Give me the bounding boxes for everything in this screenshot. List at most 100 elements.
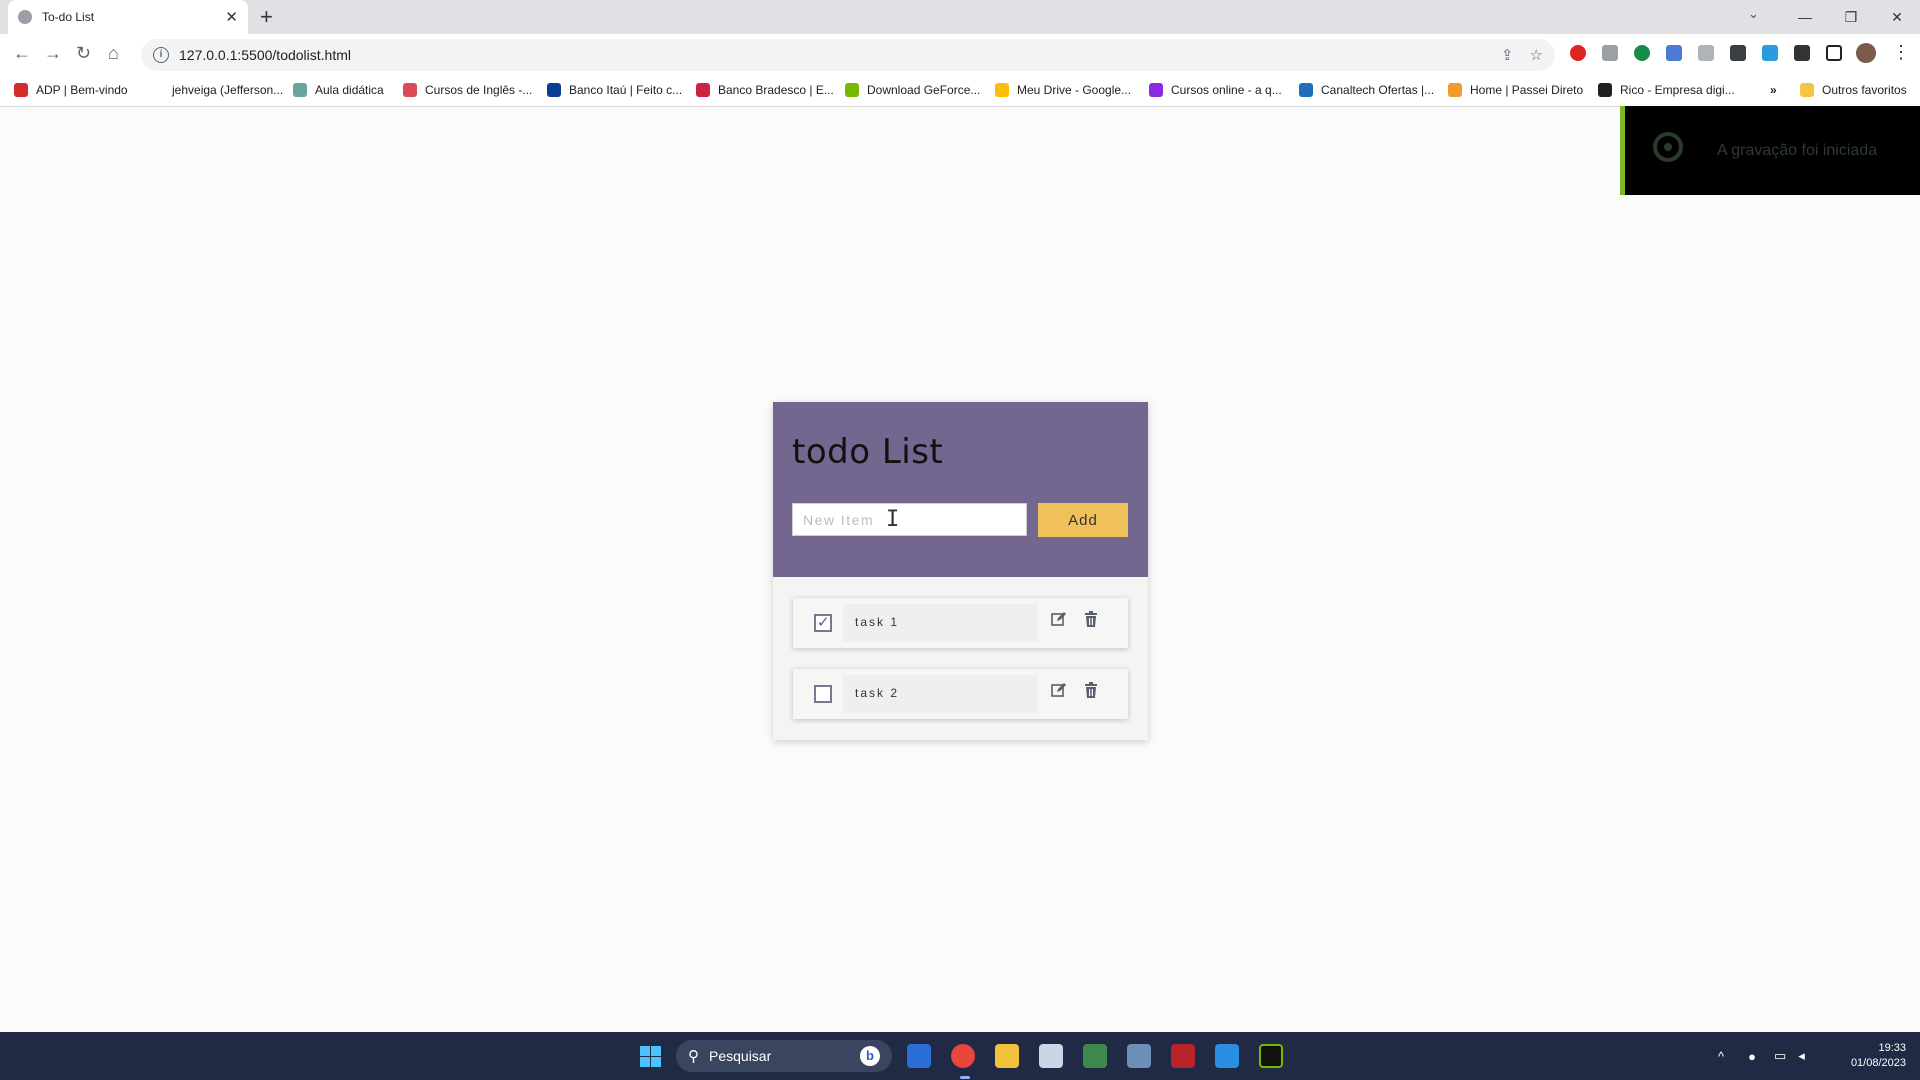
network-icon[interactable]: ▭ xyxy=(1774,1048,1786,1064)
bookmark-favicon-icon xyxy=(14,83,28,97)
bookmark-favicon-icon xyxy=(845,83,859,97)
edit-icon[interactable] xyxy=(1051,682,1067,698)
task-label: task 2 xyxy=(855,686,900,700)
bookmark-star-icon[interactable]: ☆ xyxy=(1530,46,1543,64)
bookmark-item[interactable]: ADP | Bem-vindo xyxy=(14,83,128,97)
bookmark-favicon-icon xyxy=(696,83,710,97)
trash-icon[interactable] xyxy=(1083,611,1099,627)
reload-icon[interactable]: ↻ xyxy=(76,43,91,64)
tab-strip: To-do List ✕ + ⌄ — ❐ ✕ xyxy=(0,0,1920,34)
nvidia-icon[interactable] xyxy=(1259,1044,1283,1068)
windows-start-icon[interactable] xyxy=(640,1046,661,1067)
puzzle-extensions-icon[interactable] xyxy=(1794,45,1810,61)
recording-notification: A gravação foi iniciada xyxy=(1620,106,1920,195)
minimize-button[interactable]: — xyxy=(1782,9,1828,25)
task-checkbox[interactable] xyxy=(814,685,832,703)
close-window-button[interactable]: ✕ xyxy=(1874,9,1920,26)
bookmarks-bar: ADP | Bem-vindo jehveiga (Jefferson... A… xyxy=(0,76,1920,107)
task-label: task 1 xyxy=(855,615,900,629)
bookmark-favicon-icon xyxy=(995,83,1009,97)
bookmark-item[interactable]: Canaltech Ofertas |... xyxy=(1299,83,1434,97)
bookmark-item[interactable]: Meu Drive - Google... xyxy=(995,83,1131,97)
forward-icon[interactable]: → xyxy=(44,43,62,64)
bookmark-item[interactable]: Banco Itaú | Feito c... xyxy=(547,83,682,97)
new-item-input[interactable] xyxy=(792,503,1027,536)
edit-icon[interactable] xyxy=(1051,611,1067,627)
back-icon[interactable]: ← xyxy=(13,43,31,64)
other-bookmarks-folder[interactable]: Outros favoritos xyxy=(1800,83,1907,97)
chevron-up-icon[interactable]: ^ xyxy=(1718,1049,1724,1064)
bookmark-favicon-icon xyxy=(1149,83,1163,97)
bookmark-item[interactable]: Cursos de Inglês -... xyxy=(403,83,532,97)
app-icon[interactable] xyxy=(1039,1044,1063,1068)
bookmark-item[interactable]: Home | Passei Direto xyxy=(1448,83,1583,97)
recording-icon xyxy=(1653,132,1683,162)
shield-extension-icon[interactable] xyxy=(1602,45,1618,61)
address-bar[interactable]: i 127.0.0.1:5500/todolist.html ⇪ ☆ xyxy=(141,39,1555,71)
globe-icon xyxy=(18,10,32,24)
taskbar-search[interactable]: ⚲ Pesquisar b xyxy=(676,1040,892,1072)
todo-card: todo List I Add task 1 task 2 xyxy=(773,402,1148,740)
maximize-button[interactable]: ❐ xyxy=(1828,9,1874,26)
text-cursor-icon: I xyxy=(886,507,900,532)
browser-tab[interactable]: To-do List ✕ xyxy=(8,0,248,34)
bookmark-favicon-icon xyxy=(293,83,307,97)
profile-avatar[interactable] xyxy=(1856,43,1876,63)
todo-header: todo List I Add xyxy=(773,402,1148,577)
window-controls: — ❐ ✕ xyxy=(1782,0,1920,34)
bookmark-favicon-icon xyxy=(547,83,561,97)
bookmark-item[interactable]: Cursos online - a q... xyxy=(1149,83,1282,97)
tab-title: To-do List xyxy=(42,10,95,24)
task-checkbox[interactable] xyxy=(814,613,832,632)
bookmark-item[interactable]: Aula didática xyxy=(293,83,384,97)
cpu-z-icon[interactable] xyxy=(1171,1044,1195,1068)
microphone-icon[interactable]: ● xyxy=(1748,1049,1756,1064)
trash-icon[interactable] xyxy=(1083,682,1099,698)
vscode-icon[interactable] xyxy=(1215,1044,1239,1068)
app-icon[interactable] xyxy=(1083,1044,1107,1068)
translate-extension-icon[interactable] xyxy=(1666,45,1682,61)
file-explorer-icon[interactable] xyxy=(995,1044,1019,1068)
tab-search-icon[interactable]: ⌄ xyxy=(1748,6,1759,22)
search-icon: ⚲ xyxy=(688,1048,699,1065)
home-icon[interactable]: ⌂ xyxy=(108,43,119,64)
chrome-app-icon[interactable] xyxy=(951,1044,975,1068)
task-item: task 2 xyxy=(793,669,1128,719)
bar-extension-icon[interactable] xyxy=(1762,45,1778,61)
clock-date: 01/08/2023 xyxy=(1850,1057,1906,1069)
recording-message: A gravação foi iniciada xyxy=(1717,142,1878,159)
close-tab-icon[interactable]: ✕ xyxy=(225,8,238,26)
money-extension-icon[interactable] xyxy=(1634,45,1650,61)
clock-time: 19:33 xyxy=(1878,1042,1906,1054)
menu-kebab-icon[interactable]: ⋮ xyxy=(1892,42,1910,63)
bookmark-item[interactable]: Download GeForce... xyxy=(845,83,980,97)
site-info-icon[interactable]: i xyxy=(153,47,169,63)
side-panel-icon[interactable] xyxy=(1826,45,1842,61)
bing-icon[interactable]: b xyxy=(860,1046,880,1066)
se-extension-icon[interactable] xyxy=(1730,45,1746,61)
folder-icon xyxy=(1800,83,1814,97)
windows-taskbar: ⚲ Pesquisar b ^ ● ▭ ◂ 19:33 01/08/2023 xyxy=(0,1032,1920,1080)
share-icon[interactable]: ⇪ xyxy=(1501,46,1514,64)
bookmark-favicon-icon xyxy=(1598,83,1612,97)
opera-extension-icon[interactable] xyxy=(1570,45,1586,61)
url-text[interactable]: 127.0.0.1:5500/todolist.html xyxy=(179,47,1485,63)
volume-icon[interactable]: ◂ xyxy=(1798,1048,1805,1064)
add-button[interactable]: Add xyxy=(1038,503,1128,537)
bookmark-item[interactable]: jehveiga (Jefferson... xyxy=(150,83,283,97)
search-label: Pesquisar xyxy=(709,1048,772,1064)
browser-toolbar: ← → ↻ ⌂ i 127.0.0.1:5500/todolist.html ⇪… xyxy=(0,34,1920,76)
new-tab-button[interactable]: + xyxy=(260,4,273,30)
mail-app-icon[interactable] xyxy=(907,1044,931,1068)
taskbar-clock[interactable]: 19:33 01/08/2023 xyxy=(1836,1041,1906,1071)
task-item: task 1 xyxy=(793,598,1128,648)
bookmark-favicon-icon xyxy=(403,83,417,97)
bookmark-item[interactable]: Rico - Empresa digi... xyxy=(1598,83,1735,97)
bookmarks-overflow-icon[interactable]: » xyxy=(1770,83,1777,97)
app-icon[interactable] xyxy=(1127,1044,1151,1068)
bookmark-favicon-icon xyxy=(1299,83,1313,97)
system-tray: ^ ● ▭ ◂ xyxy=(1718,1032,1805,1080)
keyboard-extension-icon[interactable] xyxy=(1698,45,1714,61)
bookmark-favicon-icon xyxy=(150,83,164,97)
bookmark-item[interactable]: Banco Bradesco | E... xyxy=(696,83,834,97)
